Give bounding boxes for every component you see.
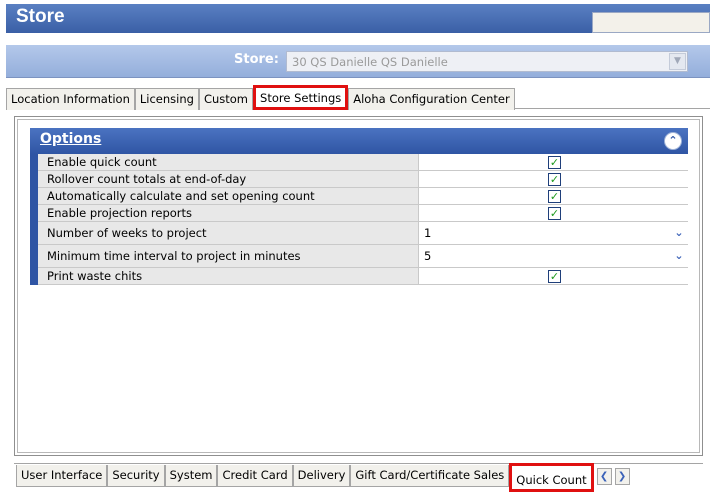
option-row: Automatically calculate and set opening …: [38, 188, 688, 205]
tab-aloha-configuration-center[interactable]: Aloha Configuration Center: [348, 88, 515, 110]
option-row: Enable quick count ✓: [38, 154, 688, 171]
enable-quick-count-checkbox[interactable]: ✓: [548, 156, 561, 169]
store-bar: Store: 30 QS Danielle QS Danielle ▼: [6, 45, 710, 78]
store-combo[interactable]: 30 QS Danielle QS Danielle ▼: [286, 51, 688, 72]
print-waste-chits-checkbox[interactable]: ✓: [548, 270, 561, 283]
dropdown-value: 5: [424, 249, 432, 263]
option-label: Rollover count totals at end-of-day: [38, 171, 419, 187]
collapse-icon[interactable]: ⌃: [664, 132, 682, 150]
tab-store-settings[interactable]: Store Settings: [253, 85, 349, 110]
enable-projection-reports-checkbox[interactable]: ✓: [548, 207, 561, 220]
option-label: Print waste chits: [38, 268, 419, 284]
options-group: Options ⌃ Enable quick count ✓ Rollover …: [30, 128, 688, 285]
scroll-right-icon[interactable]: ❯: [614, 468, 630, 485]
tab-credit-card[interactable]: Credit Card: [217, 465, 293, 487]
tab-system[interactable]: System: [164, 465, 218, 487]
title-bar: Store: [6, 4, 710, 33]
window-title: Store: [16, 6, 65, 27]
chevron-down-icon[interactable]: ⌄: [671, 248, 687, 264]
tab-custom[interactable]: Custom: [198, 88, 254, 110]
store-label: Store:: [234, 52, 279, 67]
dropdown-value: 1: [424, 226, 432, 240]
chevron-down-icon[interactable]: ▼: [669, 53, 686, 70]
option-row: Minimum time interval to project in minu…: [38, 245, 688, 268]
tab-location-information[interactable]: Location Information: [6, 88, 135, 110]
option-row: Print waste chits ✓: [38, 268, 688, 285]
options-body: Enable quick count ✓ Rollover count tota…: [30, 154, 688, 285]
auto-opening-count-checkbox[interactable]: ✓: [548, 190, 561, 203]
tab-gift-card-certificate-sales[interactable]: Gift Card/Certificate Sales: [350, 465, 510, 487]
option-label: Enable projection reports: [38, 205, 419, 221]
tab-user-interface[interactable]: User Interface: [16, 465, 108, 487]
tab-quick-count[interactable]: Quick Count: [509, 463, 594, 492]
options-header[interactable]: Options ⌃: [30, 128, 688, 154]
scroll-left-icon[interactable]: ❮: [596, 468, 612, 485]
rollover-count-checkbox[interactable]: ✓: [548, 173, 561, 186]
settings-panel: Options ⌃ Enable quick count ✓ Rollover …: [14, 116, 703, 456]
store-value: 30 QS Danielle QS Danielle: [292, 55, 448, 69]
option-row: Rollover count totals at end-of-day ✓: [38, 171, 688, 188]
option-label: Minimum time interval to project in minu…: [38, 245, 419, 267]
option-row: Number of weeks to project 1 ⌄: [38, 222, 688, 245]
bottom-tab-strip: User Interface Security System Credit Ca…: [16, 463, 630, 494]
option-row: Enable projection reports ✓: [38, 205, 688, 222]
chevron-down-icon[interactable]: ⌄: [671, 225, 687, 241]
option-label: Number of weeks to project: [38, 222, 419, 244]
options-title: Options: [40, 131, 102, 147]
time-interval-dropdown[interactable]: 5 ⌄: [419, 245, 688, 267]
option-label: Automatically calculate and set opening …: [38, 188, 419, 204]
option-label: Enable quick count: [38, 154, 419, 170]
settings-panel-inner: Options ⌃ Enable quick count ✓ Rollover …: [17, 119, 700, 453]
tab-licensing[interactable]: Licensing: [134, 88, 199, 110]
tab-security[interactable]: Security: [107, 465, 165, 487]
top-tab-strip: Location Information Licensing Custom St…: [6, 85, 515, 110]
title-search-box[interactable]: [592, 12, 710, 33]
weeks-to-project-dropdown[interactable]: 1 ⌄: [419, 222, 688, 244]
tab-delivery[interactable]: Delivery: [292, 465, 351, 487]
